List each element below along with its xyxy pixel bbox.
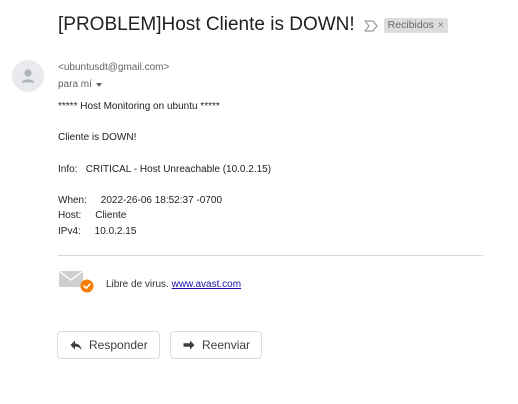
avast-link[interactable]: www.avast.com: [172, 279, 241, 290]
sender-email: <ubuntusdt@gmail.com>: [58, 62, 170, 73]
body-host-line: Host: Cliente: [58, 210, 127, 221]
label-chip-inbox[interactable]: Recibidos ×: [383, 17, 448, 33]
label-chip-text: Recibidos: [387, 18, 434, 31]
person-icon: [21, 69, 35, 83]
forward-button[interactable]: Reenviar: [170, 331, 262, 359]
body-info-line: Info: CRITICAL - Host Unreachable (10.0.…: [58, 164, 272, 175]
important-marker-icon[interactable]: [364, 19, 378, 32]
signature-divider: [58, 255, 483, 256]
reply-label: Responder: [89, 338, 148, 352]
reply-button[interactable]: Responder: [57, 331, 160, 359]
body-ipv4-line: IPv4: 10.0.2.15: [58, 226, 137, 237]
email-subject-row: [PROBLEM]Host Cliente is DOWN! Recibidos…: [58, 14, 448, 36]
avast-mail-icon: [58, 270, 94, 294]
body-header-line: ***** Host Monitoring on ubuntu *****: [58, 101, 220, 112]
recipient-label: para mí: [58, 79, 92, 90]
email-subject: [PROBLEM]Host Cliente is DOWN!: [58, 14, 355, 35]
reply-arrow-icon: [70, 340, 82, 350]
label-remove-icon[interactable]: ×: [438, 19, 444, 32]
body-when-line: When: 2022-26-06 18:52:37 -0700: [58, 195, 223, 206]
chevron-down-icon: [95, 82, 102, 87]
antivirus-notice: Libre de virus. www.avast.com: [106, 279, 241, 290]
recipient-details-toggle[interactable]: para mí: [58, 79, 102, 90]
sender-avatar[interactable]: [12, 60, 44, 92]
forward-arrow-icon: [183, 340, 195, 350]
forward-label: Reenviar: [202, 338, 251, 352]
body-status-line: Cliente is DOWN!: [58, 132, 137, 143]
antivirus-text: Libre de virus.: [106, 279, 172, 290]
